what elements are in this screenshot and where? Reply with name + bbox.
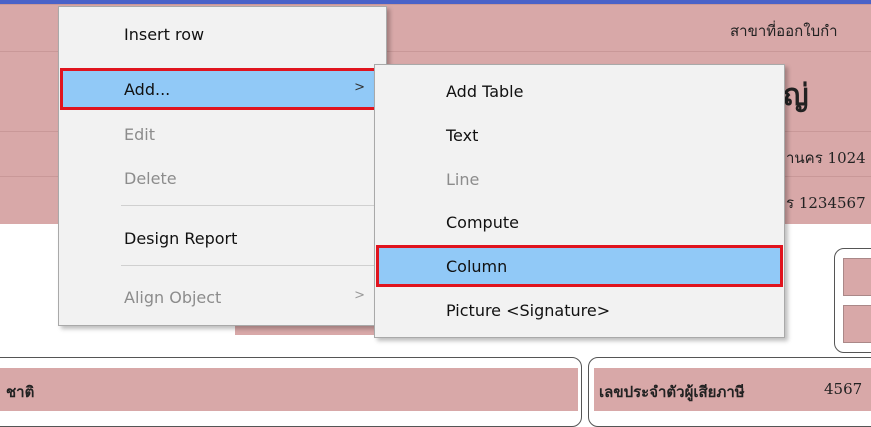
submenu-item-label: Picture <Signature> bbox=[446, 300, 611, 320]
context-menu: Insert row Add... > Edit Delete Design R… bbox=[58, 6, 387, 326]
menu-item-label: Add... bbox=[124, 79, 171, 99]
menu-item-label: Align Object bbox=[124, 287, 222, 307]
submenu-arrow-icon: > bbox=[354, 288, 365, 303]
submenu-arrow-icon: > bbox=[354, 80, 365, 95]
right-cell-1 bbox=[843, 258, 871, 296]
submenu-item-label: Column bbox=[446, 256, 508, 276]
add-submenu: Add Table Text Line Compute Column Pictu… bbox=[374, 64, 785, 338]
menu-item-label: Insert row bbox=[124, 24, 205, 44]
menu-item-delete[interactable]: Delete bbox=[62, 159, 383, 197]
report-heading: ญ่ bbox=[783, 78, 809, 113]
menu-item-label: Design Report bbox=[124, 228, 238, 248]
bottom-right-cell: เลขประจำตัวผู้เสียภาษี 4567 bbox=[594, 368, 871, 411]
submenu-item-picture-signature[interactable]: Picture <Signature> bbox=[378, 291, 781, 329]
menu-item-insert-row[interactable]: Insert row bbox=[62, 15, 383, 53]
submenu-item-label: Text bbox=[446, 125, 479, 145]
menu-item-label: Edit bbox=[124, 124, 155, 144]
menu-item-label: Delete bbox=[124, 168, 177, 188]
menu-separator bbox=[121, 205, 380, 206]
menu-item-design-report[interactable]: Design Report bbox=[62, 219, 383, 257]
submenu-item-label: Add Table bbox=[446, 81, 524, 101]
phone-text: ร 1234567 bbox=[786, 194, 866, 212]
menu-separator bbox=[121, 265, 380, 266]
tax-id-label: เลขประจำตัวผู้เสียภาษี bbox=[599, 383, 745, 401]
menu-item-align-object[interactable]: Align Object > bbox=[62, 278, 383, 316]
submenu-item-label: Line bbox=[446, 169, 480, 189]
submenu-item-label: Compute bbox=[446, 212, 519, 232]
branch-label: สาขาที่ออกใบกำ bbox=[730, 22, 838, 40]
submenu-item-compute[interactable]: Compute bbox=[378, 203, 781, 241]
right-cell-2 bbox=[843, 305, 871, 343]
menu-item-edit[interactable]: Edit bbox=[62, 115, 383, 153]
submenu-item-column[interactable]: Column bbox=[376, 245, 783, 287]
submenu-item-add-table[interactable]: Add Table bbox=[378, 72, 781, 110]
nationality-label: ชาติ bbox=[6, 383, 35, 401]
menu-item-add[interactable]: Add... > bbox=[60, 68, 385, 110]
address-text: านคร 1024 bbox=[786, 149, 866, 167]
submenu-item-line[interactable]: Line bbox=[378, 160, 781, 198]
submenu-item-text[interactable]: Text bbox=[378, 116, 781, 154]
tax-id-value: 4567 bbox=[824, 380, 863, 398]
bottom-left-cell: ชาติ bbox=[0, 368, 578, 411]
